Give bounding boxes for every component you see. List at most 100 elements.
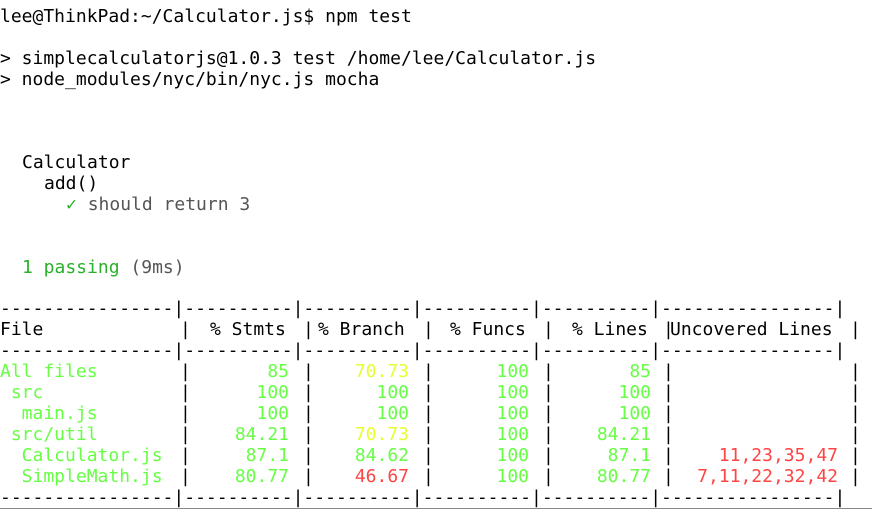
cell-stmts: 100 [256, 403, 289, 424]
cell-file: SimpleMath.js [0, 466, 163, 487]
cell-funcs: 100 [496, 424, 529, 445]
table-separator-bottom: ----------------|----------|----------|-… [0, 487, 872, 508]
cell-stmts: 87.1 [245, 445, 289, 466]
column-divider: | [543, 466, 554, 487]
column-divider: | [423, 382, 434, 403]
cell-branch: 100 [376, 382, 409, 403]
column-divider: | [663, 424, 674, 445]
column-divider: | [180, 361, 191, 382]
column-divider: | [543, 403, 554, 424]
cell-funcs: 100 [496, 466, 529, 487]
cell-lines: 85 [629, 361, 651, 382]
table-row: src/util 84.21 70.73 100 84.21 | | | | | | [0, 424, 872, 445]
passing-time: (9ms) [130, 257, 185, 278]
column-divider: | [423, 361, 434, 382]
cell-branch: 70.73 [354, 361, 409, 382]
cell-funcs: 100 [496, 403, 529, 424]
column-divider: | [663, 382, 674, 403]
column-divider: | [850, 424, 861, 445]
suite-title: Calculator [22, 152, 131, 173]
cell-lines: 87.1 [607, 445, 651, 466]
column-header: Uncovered Lines [670, 319, 833, 340]
table-row: All files 85 70.73 100 85 | | | | | | [0, 361, 872, 382]
column-divider: | [423, 445, 434, 466]
column-divider: | [850, 319, 861, 340]
cell-file: Calculator.js [0, 445, 163, 466]
cell-funcs: 100 [496, 382, 529, 403]
cell-funcs: 100 [496, 361, 529, 382]
column-divider: | [303, 424, 314, 445]
coverage-table: ----------------|----------|----------|-… [0, 298, 872, 508]
column-divider: | [303, 403, 314, 424]
cell-stmts: 84.21 [234, 424, 289, 445]
column-divider: | [850, 382, 861, 403]
cell-lines: 84.21 [596, 424, 651, 445]
column-divider: | [180, 403, 191, 424]
column-divider: | [543, 361, 554, 382]
column-divider: | [180, 466, 191, 487]
dash-line: ----------------|----------|----------|-… [0, 340, 846, 361]
column-divider: | [180, 382, 191, 403]
column-divider: | [850, 466, 861, 487]
npm-script-line: > simplecalculatorjs@1.0.3 test /home/le… [0, 48, 597, 69]
cell-uncovered: 11,23,35,47 [718, 445, 838, 466]
column-divider: | [303, 466, 314, 487]
test-group-title: add() [44, 173, 99, 194]
column-divider: | [663, 361, 674, 382]
table-row: Calculator.js 87.1 84.62 100 87.1 11,23,35,47… [0, 445, 872, 466]
test-name: should return 3 [87, 194, 251, 215]
column-divider: | [663, 403, 674, 424]
column-divider: | [850, 361, 861, 382]
cell-stmts: 100 [256, 382, 289, 403]
column-divider: | [180, 424, 191, 445]
dash-line: ----------------|----------|----------|-… [0, 487, 846, 508]
cell-lines: 80.77 [596, 466, 651, 487]
column-divider: | [423, 466, 434, 487]
column-header: % Branch [318, 319, 405, 340]
dash-line: ----------------|----------|----------|-… [0, 298, 846, 319]
shell-prompt-line: lee@ThinkPad:~/Calculator.js$ npm test [0, 6, 412, 27]
column-divider: | [663, 466, 674, 487]
cell-stmts: 85 [267, 361, 289, 382]
column-divider: | [303, 361, 314, 382]
cell-file: main.js [0, 403, 98, 424]
check-icon: ✓ [66, 194, 77, 215]
column-header: File [0, 319, 44, 340]
column-divider: | [423, 424, 434, 445]
cell-branch: 70.73 [354, 424, 409, 445]
column-header: % Lines [572, 319, 648, 340]
cell-lines: 100 [618, 382, 651, 403]
table-body: All files 85 70.73 100 85 | | | | | | src 100 100 100… [0, 361, 872, 487]
column-divider: | [543, 445, 554, 466]
column-header: % Stmts [210, 319, 286, 340]
table-row: main.js 100 100 100 100 | | | | | | [0, 403, 872, 424]
column-divider: | [423, 319, 434, 340]
cell-funcs: 100 [496, 445, 529, 466]
table-separator-mid: ----------------|----------|----------|-… [0, 340, 872, 361]
column-divider: | [850, 445, 861, 466]
column-divider: | [543, 319, 554, 340]
npm-command-line: > node_modules/nyc/bin/nyc.js mocha [0, 69, 380, 90]
cell-file: src/util [0, 424, 98, 445]
column-divider: | [423, 403, 434, 424]
column-divider: | [663, 319, 674, 340]
cell-branch: 84.62 [354, 445, 409, 466]
table-row: SimpleMath.js 80.77 46.67 100 80.77 7,11,22,3… [0, 466, 872, 487]
column-divider: | [303, 445, 314, 466]
passing-count: 1 passing [22, 257, 120, 278]
cell-uncovered: 7,11,22,32,42 [697, 466, 838, 487]
window-bottom-edge [0, 508, 872, 509]
column-divider: | [543, 382, 554, 403]
passing-summary: 1 passing (9ms) [22, 257, 185, 278]
column-divider: | [850, 403, 861, 424]
column-header: % Funcs [450, 319, 526, 340]
column-divider: | [303, 382, 314, 403]
table-row: src 100 100 100 100 | | | | | | [0, 382, 872, 403]
table-header-row: File % Stmts % Branch % Funcs % Lines Uncover… [0, 319, 872, 340]
terminal-window[interactable]: lee@ThinkPad:~/Calculator.js$ npm test >… [0, 0, 872, 513]
test-result-line: ✓ should return 3 [66, 194, 250, 215]
column-divider: | [543, 424, 554, 445]
table-separator-top: ----------------|----------|----------|-… [0, 298, 872, 319]
column-divider: | [180, 319, 191, 340]
cell-branch: 100 [376, 403, 409, 424]
